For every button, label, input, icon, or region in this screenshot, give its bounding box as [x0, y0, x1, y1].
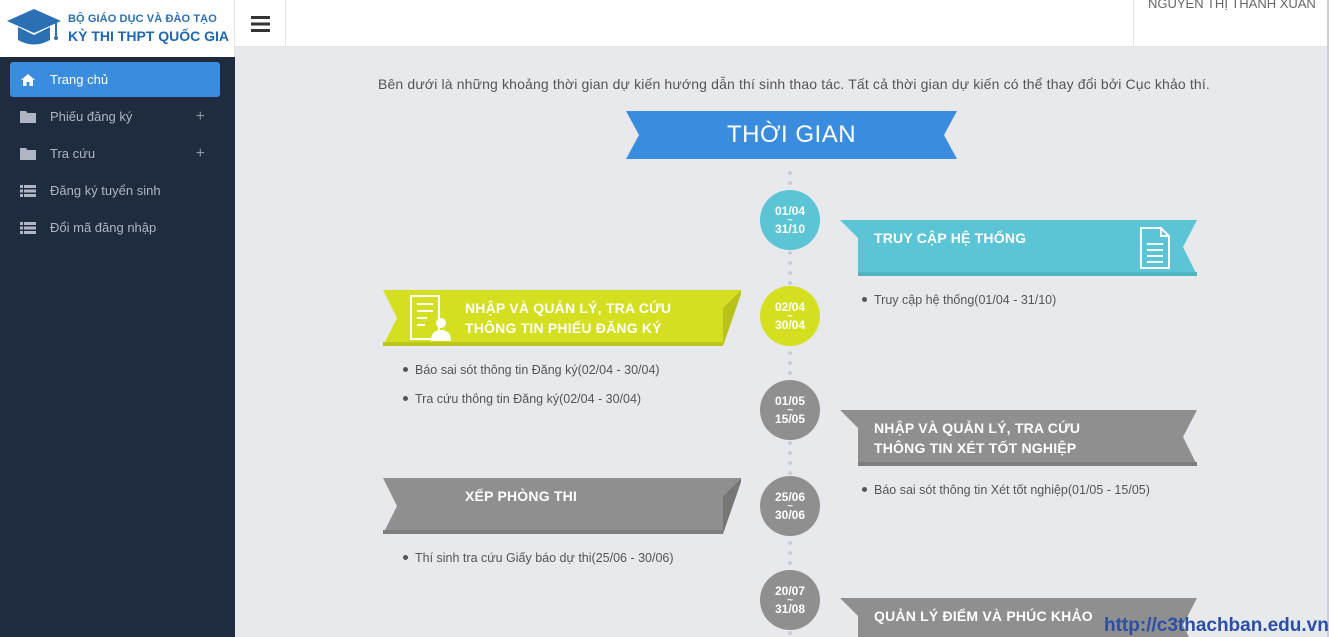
date-end: 15/05 — [774, 411, 806, 426]
top-bar: NGUYỄN THỊ THANH XUÂN — [235, 0, 1329, 47]
milestone-title: NHẬP VÀ QUẢN LÝ, TRA CỨU THÔNG TIN XÉT T… — [874, 418, 1080, 458]
milestone-title-line: NHẬP VÀ QUẢN LÝ, TRA CỨU — [874, 420, 1081, 436]
milestone-title: NHẬP VÀ QUẢN LÝ, TRA CỨU THÔNG TIN PHIẾU… — [465, 298, 671, 338]
milestone-title: QUẢN LÝ ĐIỂM VÀ PHÚC KHẢO — [874, 608, 1093, 624]
document-icon — [1140, 227, 1170, 269]
milestone-title: TRUY CẬP HỆ THỐNG — [874, 230, 1027, 246]
expand-icon[interactable]: + — [196, 145, 205, 163]
date-end: 30/06 — [774, 507, 806, 522]
sidebar-item-label: Tra cứu — [50, 146, 96, 161]
home-icon — [20, 73, 36, 87]
milestone-title-line: NHẬP VÀ QUẢN LÝ, TRA CỨU — [465, 300, 672, 316]
sidebar-item-registration[interactable]: Phiếu đăng ký + — [10, 99, 220, 134]
milestone-items: Báo sai sót thông tin Xét tốt nghiệp(01/… — [862, 475, 1150, 504]
sidebar-item-label: Đăng ký tuyển sinh — [50, 183, 161, 198]
sidebar-nav: Trang chủ Phiếu đăng ký + Tra cứu + Đăng… — [0, 62, 235, 245]
milestone-items: Truy cập hệ thống(01/04 - 31/10) — [862, 285, 1056, 314]
milestone-banner: TRUY CẬP HỆ THỐNG — [840, 220, 1200, 278]
milestone-banner: NHẬP VÀ QUẢN LÝ, TRA CỨU THÔNG TIN PHIẾU… — [383, 290, 743, 348]
date-circle: 02/04 ~ 30/04 — [760, 286, 820, 346]
sidebar-item-label: Phiếu đăng ký — [50, 109, 133, 124]
list-item: Tra cứu thông tin Đăng ký(02/04 - 30/04) — [403, 384, 660, 413]
date-circle: 25/06 ~ 30/06 — [760, 476, 820, 536]
list-item: Báo sai sót thông tin Xét tốt nghiệp(01/… — [862, 475, 1150, 504]
milestone-banner: XẾP PHÒNG THI — [383, 478, 743, 536]
hamburger-icon — [250, 15, 270, 32]
sidebar-item-home[interactable]: Trang chủ — [10, 62, 220, 97]
date-end: 30/04 — [774, 317, 806, 332]
sidebar-item-change-password[interactable]: Đổi mã đăng nhập — [10, 210, 220, 245]
folder-icon — [20, 147, 36, 161]
milestone-title: XẾP PHÒNG THI — [465, 488, 578, 504]
list-item: Báo sai sót thông tin Đăng ký(02/04 - 30… — [403, 355, 660, 384]
milestone-items: Thí sinh tra cứu Giấy báo dự thi(25/06 -… — [403, 543, 674, 572]
user-form-icon — [410, 295, 451, 341]
brand[interactable]: BỘ GIÁO DỤC VÀ ĐÀO TẠO KỲ THI THPT QUỐC … — [0, 0, 235, 57]
milestone-banner: NHẬP VÀ QUẢN LÝ, TRA CỨU THÔNG TIN XÉT T… — [840, 410, 1200, 468]
intro-text: Bên dưới là những khoảng thời gian dự ki… — [378, 76, 1210, 92]
watermark-url: http://c3thachban.edu.vn — [1104, 615, 1329, 636]
list-icon — [20, 184, 36, 198]
folder-icon — [20, 110, 36, 124]
sidebar-item-lookup[interactable]: Tra cứu + — [10, 136, 220, 171]
milestone-title-line: THÔNG TIN XÉT TỐT NGHIỆP — [874, 440, 1077, 456]
expand-icon[interactable]: + — [196, 108, 205, 126]
menu-toggle-button[interactable] — [235, 0, 286, 47]
title-banner: THỜI GIAN — [626, 111, 957, 159]
sidebar-item-admission[interactable]: Đăng ký tuyển sinh — [10, 173, 220, 208]
milestone-items: Báo sai sót thông tin Đăng ký(02/04 - 30… — [403, 355, 660, 413]
brand-line2: KỲ THI THPT QUỐC GIA — [68, 28, 229, 44]
list-item: Truy cập hệ thống(01/04 - 31/10) — [862, 285, 1056, 314]
user-menu[interactable]: NGUYỄN THỊ THANH XUÂN — [1133, 0, 1329, 47]
brand-line1: BỘ GIÁO DỤC VÀ ĐÀO TẠO — [68, 13, 217, 25]
user-name: NGUYỄN THỊ THANH XUÂN — [1148, 0, 1316, 11]
page-title: THỜI GIAN — [726, 121, 857, 148]
sidebar-item-label: Trang chủ — [50, 72, 109, 87]
sidebar: BỘ GIÁO DỤC VÀ ĐÀO TẠO KỲ THI THPT QUỐC … — [0, 0, 235, 637]
list-item: Thí sinh tra cứu Giấy báo dự thi(25/06 -… — [403, 543, 674, 572]
milestone-title-line: THÔNG TIN PHIẾU ĐĂNG KÝ — [465, 320, 662, 336]
date-end: 31/08 — [774, 601, 806, 616]
graduation-cap-icon — [7, 8, 61, 44]
date-end: 31/10 — [774, 221, 806, 236]
sidebar-item-label: Đổi mã đăng nhập — [50, 220, 157, 235]
date-circle: 20/07 ~ 31/08 — [760, 570, 820, 630]
list-icon — [20, 221, 36, 235]
date-circle: 01/05 ~ 15/05 — [760, 380, 820, 440]
date-circle: 01/04 ~ 31/10 — [760, 190, 820, 250]
